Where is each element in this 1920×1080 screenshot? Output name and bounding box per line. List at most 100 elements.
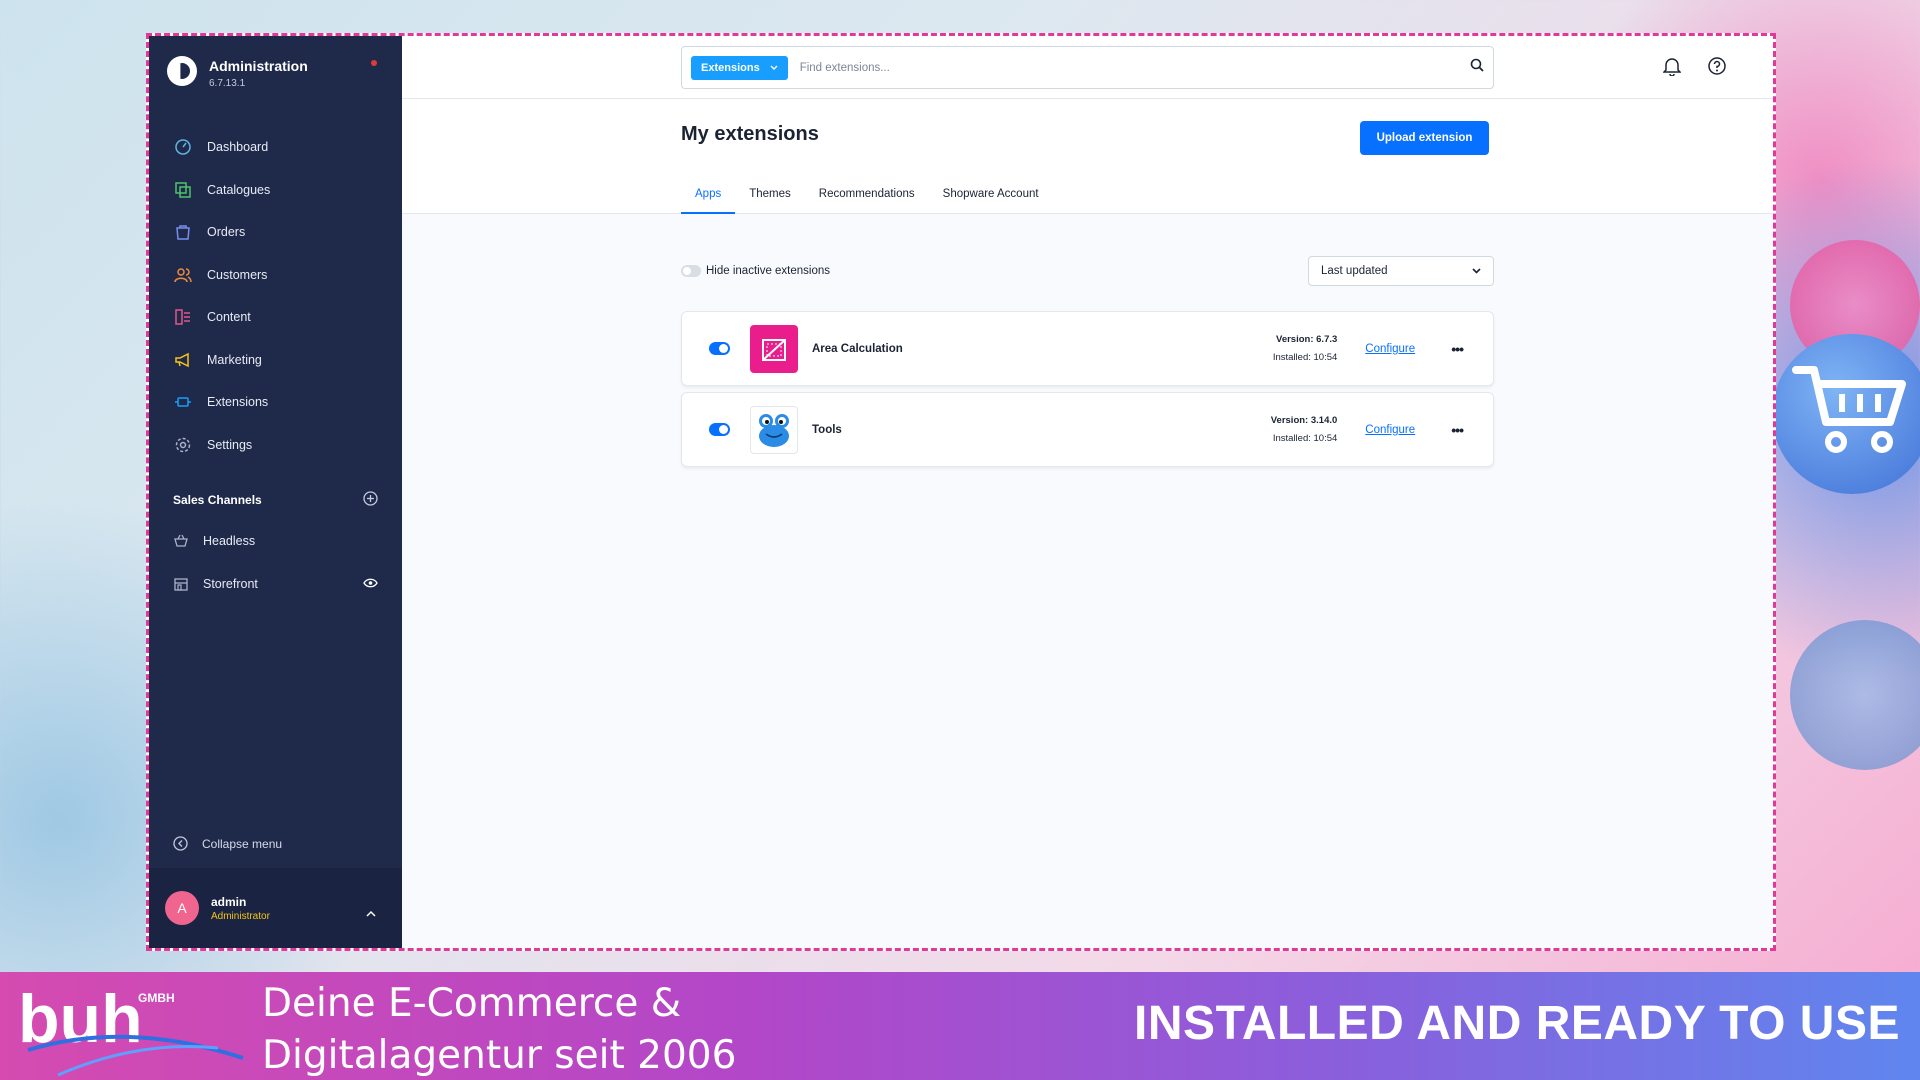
tab-bar: Apps Themes Recommendations Shopware Acc… xyxy=(681,184,1053,214)
collapse-menu-label: Collapse menu xyxy=(202,836,283,851)
sales-channel-label: Headless xyxy=(203,534,256,549)
user-menu[interactable]: A admin Administrator xyxy=(149,868,402,948)
sidebar-item-label: Customers xyxy=(207,267,268,282)
hide-inactive-label: Hide inactive extensions xyxy=(706,265,831,277)
tab-apps[interactable]: Apps xyxy=(681,184,736,214)
sidebar-item-dashboard[interactable]: Dashboard xyxy=(173,126,383,169)
top-icons xyxy=(1662,56,1727,81)
extension-meta: Version: 6.7.3 Installed: 10:54 xyxy=(1247,331,1337,367)
screenshot-frame: Administration 6.7.13.1 Dashboard Catalo… xyxy=(146,33,1776,951)
shopping-cart-icon xyxy=(1792,366,1906,453)
svg-text:GMBH: GMBH xyxy=(138,991,175,1005)
sidebar-item-customers[interactable]: Customers xyxy=(173,254,383,297)
settings-icon xyxy=(173,435,193,455)
brand[interactable]: Administration 6.7.13.1 xyxy=(167,56,308,89)
eye-icon[interactable] xyxy=(363,577,378,591)
app-title: Administration xyxy=(209,58,308,74)
more-options-icon[interactable]: ••• xyxy=(1451,422,1464,438)
app-version: 6.7.13.1 xyxy=(209,78,246,89)
collapse-menu-button[interactable]: Collapse menu xyxy=(173,836,282,851)
page-header: My extensions Upload extension Apps Them… xyxy=(402,99,1773,214)
tagline-line-2: Digitalagentur seit 2006 xyxy=(262,1033,737,1078)
chevron-down-icon xyxy=(1472,265,1481,277)
banner-tagline: Deine E-Commerce & Digitalagentur seit 2… xyxy=(262,978,736,1080)
sort-value: Last updated xyxy=(1321,265,1388,277)
extension-active-toggle[interactable] xyxy=(709,342,730,355)
sidebar-item-orders[interactable]: Orders xyxy=(173,211,383,254)
sidebar-item-marketing[interactable]: Marketing xyxy=(173,339,383,382)
sales-channel-list: Headless Storefront xyxy=(173,520,378,605)
extension-version: Version: 3.14.0 xyxy=(1270,414,1338,426)
chevron-up-icon[interactable] xyxy=(366,904,376,922)
extension-card: Area Calculation Version: 6.7.3 Installe… xyxy=(681,311,1494,386)
tagline-line-1: Deine E-Commerce & xyxy=(262,981,682,1026)
help-icon[interactable] xyxy=(1707,56,1727,81)
search-icon[interactable] xyxy=(1470,58,1484,77)
extension-installed: Installed: 10:54 xyxy=(1272,432,1338,444)
hide-inactive-toggle[interactable]: Hide inactive extensions xyxy=(681,265,830,277)
add-sales-channel-icon[interactable] xyxy=(363,491,378,509)
catalogue-icon xyxy=(173,180,193,200)
extension-active-toggle[interactable] xyxy=(709,423,730,436)
orders-icon xyxy=(173,222,193,242)
admin-sidebar: Administration 6.7.13.1 Dashboard Catalo… xyxy=(149,36,402,948)
extension-installed: Installed: 10:54 xyxy=(1272,351,1338,363)
upload-extension-button[interactable]: Upload extension xyxy=(1360,121,1489,155)
sidebar-item-label: Orders xyxy=(207,225,246,240)
storefront-icon xyxy=(173,577,189,591)
sidebar-item-content[interactable]: Content xyxy=(173,296,383,339)
sidebar-item-extensions[interactable]: Extensions xyxy=(173,381,383,424)
dashboard-icon xyxy=(173,137,193,157)
user-name: admin xyxy=(211,894,247,909)
sales-channels-header: Sales Channels xyxy=(173,491,378,509)
avatar: A xyxy=(165,891,199,925)
content-icon xyxy=(173,307,193,327)
notification-dot xyxy=(371,60,377,66)
tab-themes[interactable]: Themes xyxy=(735,184,805,214)
search-type-select[interactable]: Extensions xyxy=(691,55,788,80)
global-search[interactable]: Extensions Find extensions... xyxy=(681,46,1494,89)
extension-name: Tools xyxy=(812,423,842,436)
sales-channel-label: Storefront xyxy=(203,576,258,591)
basket-icon xyxy=(173,534,189,548)
decorative-blue-sphere xyxy=(1790,620,1920,770)
buhl-logo: buh GMBH xyxy=(18,980,248,1080)
search-type-label: Extensions xyxy=(701,61,760,74)
main-nav: Dashboard Catalogues Orders Customers Co… xyxy=(173,126,383,466)
filter-row: Hide inactive extensions Last updated xyxy=(681,256,1494,286)
sales-channel-headless[interactable]: Headless xyxy=(173,520,378,563)
promo-banner: buh GMBH Deine E-Commerce & Digitalagent… xyxy=(0,972,1920,1080)
toggle-switch[interactable] xyxy=(681,265,701,277)
frog-logo-icon xyxy=(750,405,798,454)
page-title: My extensions xyxy=(681,123,819,145)
sidebar-item-label: Marketing xyxy=(207,352,262,367)
tab-shopware-account[interactable]: Shopware Account xyxy=(929,184,1053,214)
sidebar-item-catalogues[interactable]: Catalogues xyxy=(173,169,383,212)
bell-icon[interactable] xyxy=(1662,56,1682,81)
marketing-icon xyxy=(173,350,193,370)
sidebar-item-label: Content xyxy=(207,310,251,325)
sidebar-item-settings[interactable]: Settings xyxy=(173,424,383,467)
search-input[interactable]: Find extensions... xyxy=(800,62,1470,74)
user-role: Administrator xyxy=(211,910,270,922)
extension-version: Version: 6.7.3 xyxy=(1276,333,1338,345)
chevron-left-circle-icon xyxy=(173,836,188,851)
sidebar-item-label: Extensions xyxy=(207,395,269,410)
configure-link[interactable]: Configure xyxy=(1365,343,1421,355)
top-bar: Extensions Find extensions... xyxy=(402,36,1773,99)
tab-recommendations[interactable]: Recommendations xyxy=(805,184,929,214)
sales-channel-storefront[interactable]: Storefront xyxy=(173,563,378,606)
sidebar-item-label: Catalogues xyxy=(207,182,271,197)
extension-meta: Version: 3.14.0 Installed: 10:54 xyxy=(1247,412,1338,448)
extension-list: Area Calculation Version: 6.7.3 Installe… xyxy=(681,311,1494,473)
configure-link[interactable]: Configure xyxy=(1365,424,1421,436)
more-options-icon[interactable]: ••• xyxy=(1451,341,1464,357)
sort-select[interactable]: Last updated xyxy=(1308,256,1494,286)
sales-channels-title: Sales Channels xyxy=(173,493,262,507)
extensions-icon xyxy=(173,392,193,412)
banner-cta: INSTALLED AND READY TO USE xyxy=(1134,997,1900,1050)
sidebar-item-label: Dashboard xyxy=(207,140,269,155)
main-content: Extensions Find extensions... My extensi… xyxy=(402,36,1773,948)
area-calculation-logo-icon xyxy=(750,324,798,373)
chevron-down-icon xyxy=(770,62,778,74)
